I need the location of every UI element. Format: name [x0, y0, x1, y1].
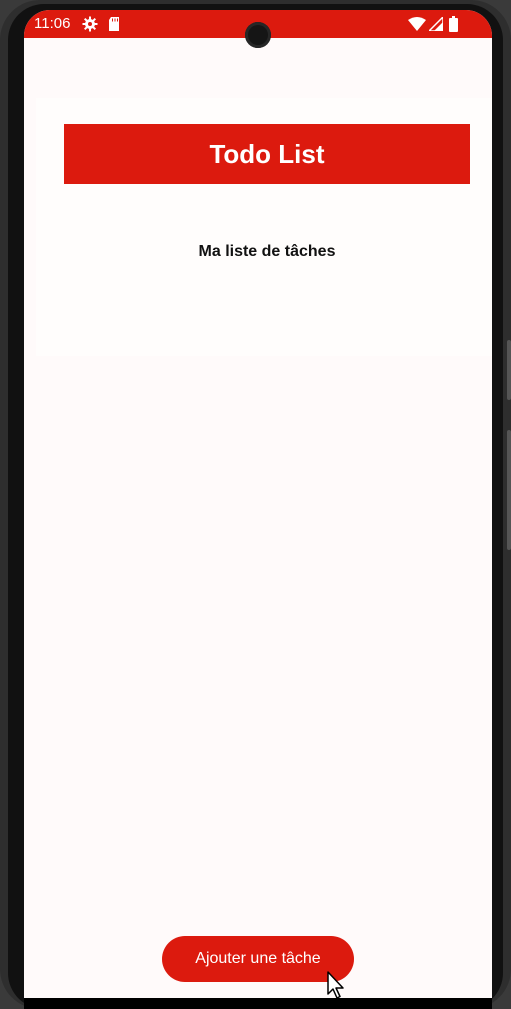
power-button: [507, 430, 511, 550]
header-card: Todo List Ma liste de tâches: [36, 98, 492, 356]
battery-icon: [449, 16, 458, 32]
list-subtitle: Ma liste de tâches: [198, 243, 336, 260]
signal-icon: [429, 17, 443, 31]
volume-button: [507, 340, 511, 400]
navigation-bar: [24, 998, 492, 1009]
page-title: Todo List: [64, 124, 470, 184]
front-camera: [245, 22, 271, 48]
status-time: 11:06: [34, 15, 71, 32]
gear-icon: [82, 16, 98, 32]
sd-card-icon: [109, 17, 119, 31]
app-screen: 11:06 Todo List Ma liste de tâches Ajout…: [24, 10, 492, 998]
mouse-cursor-icon: [327, 971, 344, 999]
phone-frame: 11:06 Todo List Ma liste de tâches Ajout…: [0, 0, 511, 1009]
wifi-icon: [408, 17, 426, 31]
